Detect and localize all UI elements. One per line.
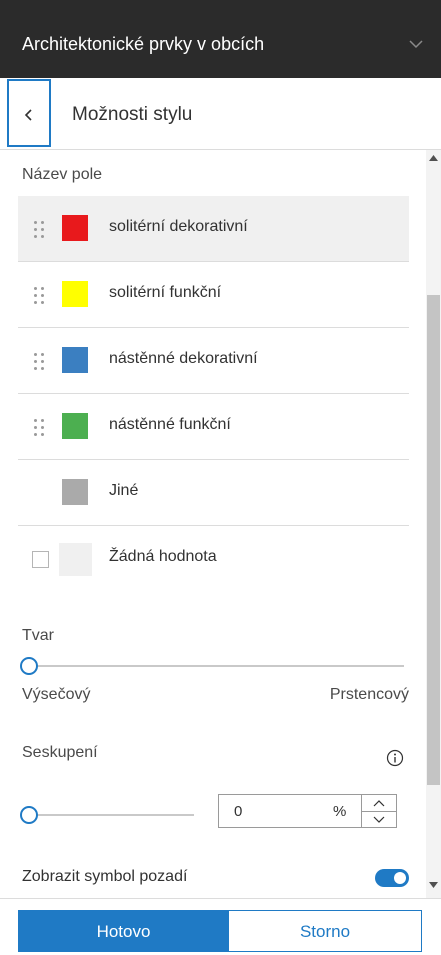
chevron-up-icon[interactable] bbox=[373, 799, 385, 807]
drag-handle-icon[interactable] bbox=[34, 221, 46, 239]
scroll-down-arrow-icon[interactable] bbox=[429, 882, 438, 888]
color-swatch[interactable] bbox=[62, 347, 88, 373]
category-row-other[interactable]: Jiné bbox=[18, 460, 409, 526]
toggle-knob bbox=[394, 872, 406, 884]
category-label: solitérní dekorativní bbox=[109, 218, 248, 235]
vertical-scrollbar[interactable] bbox=[426, 150, 441, 898]
grouping-value: 0 bbox=[234, 803, 243, 820]
done-button[interactable]: Hotovo bbox=[18, 910, 229, 952]
drag-handle-icon[interactable] bbox=[34, 419, 46, 437]
page-title: Možnosti stylu bbox=[72, 104, 193, 125]
color-swatch[interactable] bbox=[62, 215, 88, 241]
background-symbol-label: Zobrazit symbol pozadí bbox=[22, 868, 188, 885]
category-row[interactable]: solitérní funkční bbox=[18, 262, 409, 328]
category-label: solitérní funkční bbox=[109, 284, 222, 301]
scroll-up-arrow-icon[interactable] bbox=[429, 155, 438, 161]
shape-max-label: Prstencový bbox=[329, 686, 409, 703]
panel-header: Architektonické prvky v obcích bbox=[0, 0, 441, 78]
shape-label: Tvar bbox=[22, 627, 54, 644]
grouping-unit: % bbox=[321, 794, 362, 828]
shape-min-label: Výsečový bbox=[22, 686, 91, 703]
color-swatch[interactable] bbox=[62, 281, 88, 307]
category-row-no-value[interactable]: Žádná hodnota bbox=[18, 526, 409, 592]
layer-title: Architektonické prvky v obcích bbox=[22, 34, 265, 54]
grouping-stepper[interactable] bbox=[361, 794, 397, 828]
no-value-checkbox[interactable] bbox=[32, 551, 49, 568]
drag-handle-icon[interactable] bbox=[34, 287, 46, 305]
cancel-button-label: Storno bbox=[299, 922, 351, 941]
color-swatch[interactable] bbox=[62, 413, 88, 439]
category-row[interactable]: solitérní dekorativní bbox=[18, 196, 409, 262]
category-label: nástěnné dekorativní bbox=[109, 350, 258, 367]
field-name-label: Název pole bbox=[22, 166, 103, 183]
grouping-value-input[interactable]: 0 bbox=[218, 794, 322, 828]
color-swatch[interactable] bbox=[59, 543, 92, 576]
grouping-slider-track[interactable] bbox=[28, 814, 194, 816]
color-swatch[interactable] bbox=[62, 479, 88, 505]
cancel-button[interactable]: Storno bbox=[228, 910, 422, 952]
category-row[interactable]: nástěnné dekorativní bbox=[18, 328, 409, 394]
category-label: nástěnné funkční bbox=[109, 416, 231, 433]
done-button-label: Hotovo bbox=[96, 922, 151, 941]
back-button[interactable] bbox=[7, 79, 51, 147]
shape-slider-track[interactable] bbox=[28, 665, 404, 667]
chevron-down-icon[interactable] bbox=[408, 38, 424, 50]
category-row[interactable]: nástěnné funkční bbox=[18, 394, 409, 460]
drag-handle-icon[interactable] bbox=[34, 353, 46, 371]
scrollbar-thumb[interactable] bbox=[427, 295, 440, 785]
info-icon[interactable] bbox=[386, 749, 404, 767]
grouping-slider-handle[interactable] bbox=[20, 806, 38, 824]
chevron-left-icon bbox=[24, 109, 32, 121]
category-label: Žádná hodnota bbox=[109, 548, 217, 565]
category-label: Jiné bbox=[109, 482, 139, 499]
grouping-label: Seskupení bbox=[22, 744, 98, 761]
grouping-unit-label: % bbox=[333, 803, 347, 820]
shape-slider-handle[interactable] bbox=[20, 657, 38, 675]
subheader bbox=[0, 78, 441, 150]
background-symbol-toggle[interactable] bbox=[375, 869, 409, 887]
chevron-down-icon[interactable] bbox=[373, 816, 385, 824]
